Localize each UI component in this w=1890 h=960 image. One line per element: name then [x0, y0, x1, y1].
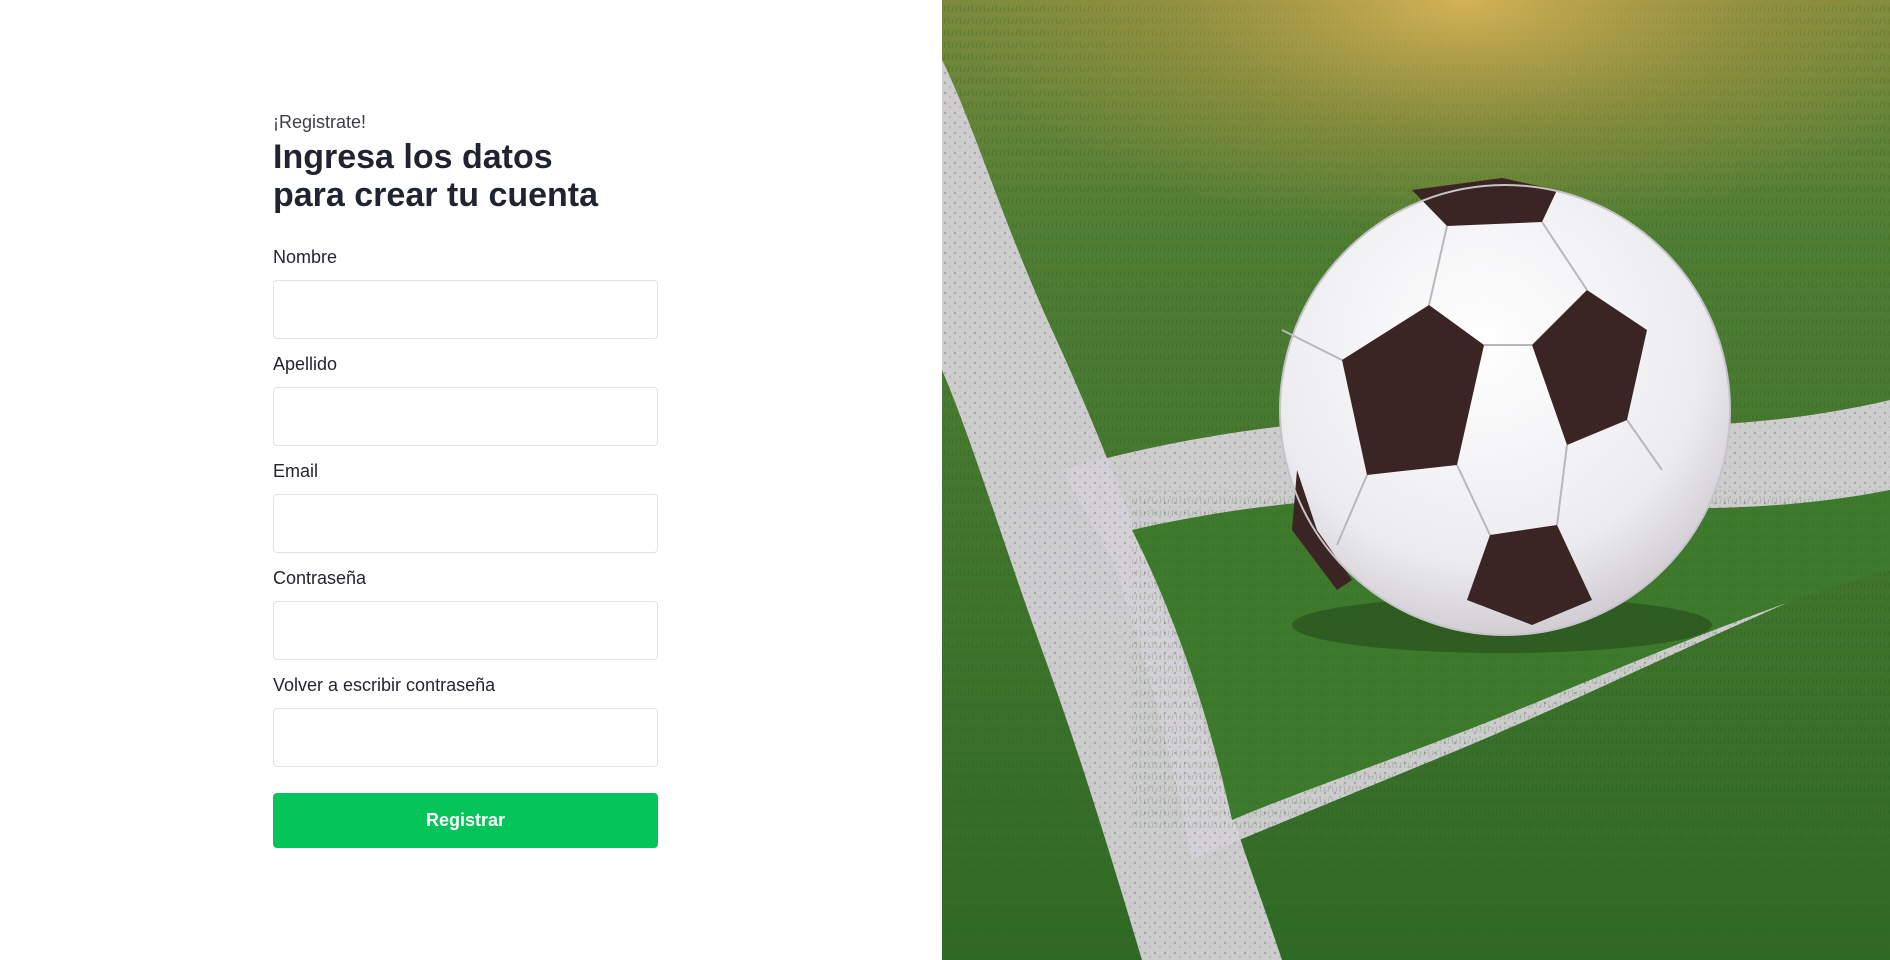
field-label-nombre: Nombre [273, 247, 338, 267]
apellido-input[interactable] [273, 387, 658, 446]
register-button[interactable]: Registrar [273, 793, 658, 848]
form-title: Ingresa los datos para crear tu cuenta [273, 138, 599, 214]
register-page: ¡Registrate! Ingresa los datos para crea… [0, 0, 1890, 960]
field-label-email: Email [273, 461, 319, 481]
field-label-password: Contraseña [273, 568, 367, 588]
soccer-field-illustration [942, 0, 1890, 960]
password-input[interactable] [273, 601, 658, 660]
field-password-confirm: Volver a escribir contraseña [273, 674, 658, 767]
email-input[interactable] [273, 494, 658, 553]
field-label-password-confirm: Volver a escribir contraseña [273, 675, 496, 695]
field-password: Contraseña [273, 567, 658, 660]
hero-image [942, 0, 1890, 960]
form-eyebrow: ¡Registrate! [273, 112, 367, 132]
field-email: Email [273, 460, 658, 553]
field-label-apellido: Apellido [273, 354, 338, 374]
nombre-input[interactable] [273, 280, 658, 339]
field-apellido: Apellido [273, 353, 658, 446]
password-confirm-input[interactable] [273, 708, 658, 767]
registration-panel: ¡Registrate! Ingresa los datos para crea… [0, 0, 942, 960]
field-nombre: Nombre [273, 246, 658, 339]
registration-form: ¡Registrate! Ingresa los datos para crea… [273, 110, 658, 848]
